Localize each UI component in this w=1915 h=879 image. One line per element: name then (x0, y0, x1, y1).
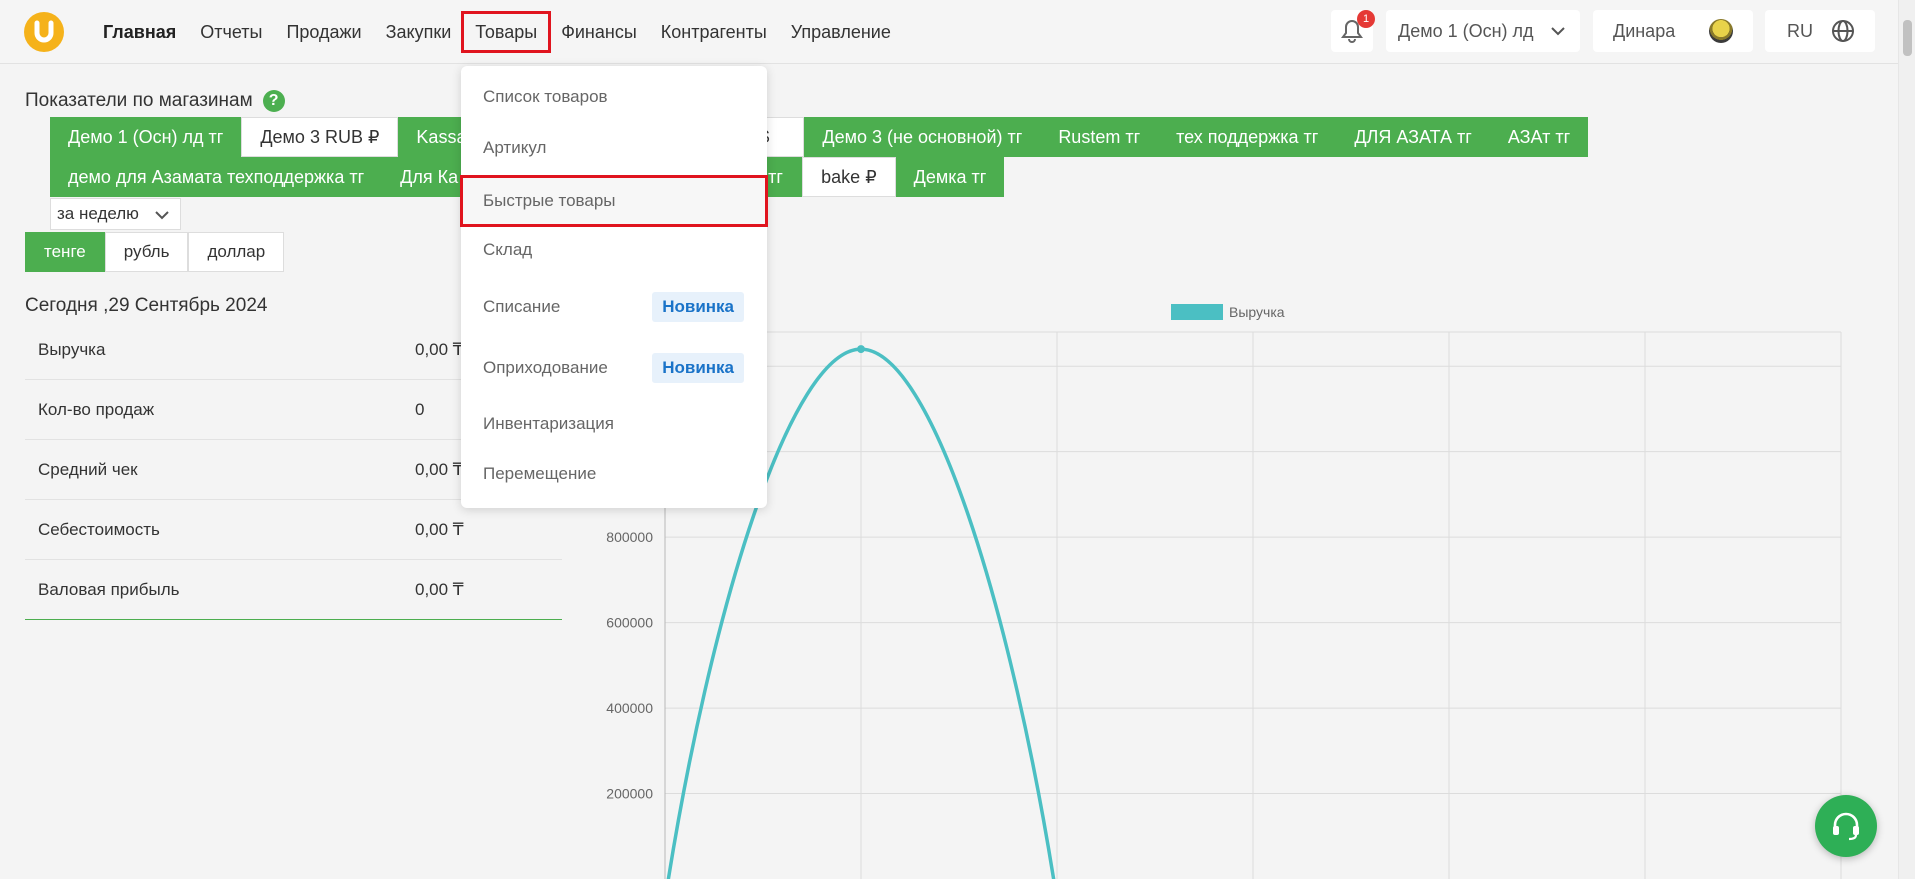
chevron-down-icon (155, 211, 169, 220)
menu-item-quick-products[interactable]: Быстрые товары (460, 175, 768, 227)
nav-sales[interactable]: Продажи (274, 13, 373, 51)
stat-value: 0,00 ₸ (415, 459, 464, 479)
menu-item-write-off[interactable]: Списание Новинка (461, 282, 767, 332)
avatar (1709, 19, 1733, 43)
store-tab[interactable]: Демка тг (895, 157, 1005, 197)
support-chat-button[interactable] (1815, 795, 1877, 857)
store-tabs-row-1: Демо 1 (Осн) лд тг Демо 3 RUB ₽ Kassa sd… (50, 117, 1590, 157)
store-tab[interactable]: ДЛЯ АЗАТА тг (1336, 117, 1490, 157)
store-select[interactable]: Демо 1 (Осн) лд (1386, 10, 1580, 52)
store-tabs: Демо 1 (Осн) лд тг Демо 3 RUB ₽ Kassa sd… (50, 117, 1590, 197)
chart-grid (664, 331, 1842, 879)
new-badge: Новинка (652, 292, 744, 322)
new-badge: Новинка (652, 353, 744, 383)
nav-finance[interactable]: Финансы (549, 13, 649, 51)
globe-icon (1832, 20, 1854, 42)
stat-label: Валовая прибыль (38, 579, 180, 599)
menu-item-product-list[interactable]: Список товаров (461, 72, 767, 122)
language-select[interactable]: RU (1765, 10, 1875, 52)
revenue-chart: 800000 600000 400000 200000 Выручка (606, 304, 1842, 879)
stat-label: Себестоимость (38, 519, 160, 539)
headset-icon (1833, 812, 1859, 841)
y-tick-label: 800000 (606, 529, 653, 545)
stat-row: Валовая прибыль 0,00 ₸ (25, 560, 562, 620)
stat-label: Средний чек (38, 459, 138, 479)
top-navbar: Главная Отчеты Продажи Закупки Товары Фи… (0, 0, 1898, 64)
menu-item-label: Списание (483, 297, 561, 316)
period-value: за неделю (57, 204, 139, 223)
currency-dollar[interactable]: доллар (188, 232, 285, 272)
language-code: RU (1787, 20, 1813, 41)
currency-tenge[interactable]: тенге (25, 232, 105, 272)
store-tab[interactable]: Демо 3 RUB ₽ (241, 117, 399, 157)
y-tick-label: 400000 (606, 700, 653, 716)
stat-value: 0,00 ₸ (415, 519, 464, 539)
user-name: Динара (1613, 20, 1676, 41)
menu-item-article[interactable]: Артикул (461, 123, 767, 173)
store-tab[interactable]: Демо 1 (Осн) лд тг (50, 117, 242, 157)
stat-label: Кол-во продаж (38, 399, 155, 419)
store-select-value: Демо 1 (Осн) лд (1398, 20, 1534, 41)
currency-ruble[interactable]: рубль (104, 232, 189, 272)
menu-item-transfer[interactable]: Перемещение (461, 449, 767, 499)
store-tab[interactable]: тг (768, 157, 803, 197)
section-title-text: Показатели по магазинам (25, 90, 253, 111)
chart-y-ticks: 800000 600000 400000 200000 (606, 529, 653, 801)
stat-label: Выручка (38, 339, 106, 359)
nav-contractors[interactable]: Контрагенты (649, 13, 779, 51)
legend-label: Выручка (1229, 304, 1285, 320)
section-title: Показатели по магазинам ? (25, 90, 285, 112)
menu-item-inventory[interactable]: Инвентаризация (461, 399, 767, 449)
help-icon[interactable]: ? (262, 90, 285, 112)
nav-products[interactable]: Товары (461, 11, 552, 53)
nav-purchases[interactable]: Закупки (374, 13, 464, 51)
data-point (857, 345, 865, 354)
stat-value: 0,00 ₸ (415, 579, 464, 599)
stat-value: 0,00 ₸ (415, 339, 464, 359)
nav-home[interactable]: Главная (91, 13, 188, 51)
currency-toggle: тенге рубль доллар (25, 232, 285, 272)
chart-legend: Выручка (1171, 304, 1285, 320)
store-tab[interactable]: тех поддержка тг (1158, 117, 1337, 157)
store-tabs-row-2: демо для Азамата техподдержка тг Для Ка … (50, 157, 1590, 197)
app-logo[interactable] (24, 12, 64, 52)
main-nav: Главная Отчеты Продажи Закупки Товары Фи… (91, 0, 903, 64)
scrollbar-thumb[interactable] (1903, 20, 1912, 56)
y-tick-label: 600000 (606, 615, 653, 631)
products-dropdown: Список товаров Артикул Быстрые товары Ск… (460, 66, 768, 508)
menu-item-label: Оприходование (483, 358, 608, 377)
nav-management[interactable]: Управление (779, 13, 903, 51)
y-tick-label: 200000 (606, 786, 653, 802)
store-tab[interactable]: Демо 3 (не основной) тг (804, 117, 1041, 157)
notification-badge: 1 (1357, 10, 1375, 28)
stat-row: Себестоимость 0,00 ₸ (25, 500, 562, 560)
store-tab[interactable]: демо для Азамата техподдержка тг (50, 157, 383, 197)
menu-item-posting[interactable]: Оприходование Новинка (461, 343, 767, 393)
menu-item-warehouse[interactable]: Склад (461, 225, 767, 275)
logo-icon (34, 20, 54, 43)
nav-reports[interactable]: Отчеты (188, 13, 274, 51)
period-select[interactable]: за неделю (50, 198, 181, 230)
store-tab[interactable]: Rustem тг (1040, 117, 1159, 157)
date-title: Сегодня ,29 Сентябрь 2024 (25, 295, 268, 316)
user-menu[interactable]: Динара (1593, 10, 1753, 52)
notifications-button[interactable]: 1 (1331, 10, 1375, 52)
stat-value: 0 (415, 399, 425, 419)
legend-swatch (1171, 304, 1223, 320)
store-tab[interactable]: АЗАт тг (1489, 117, 1589, 157)
store-tab[interactable]: bake ₽ (802, 157, 896, 197)
page-scrollbar[interactable] (1898, 0, 1915, 879)
chevron-down-icon (1551, 27, 1565, 36)
